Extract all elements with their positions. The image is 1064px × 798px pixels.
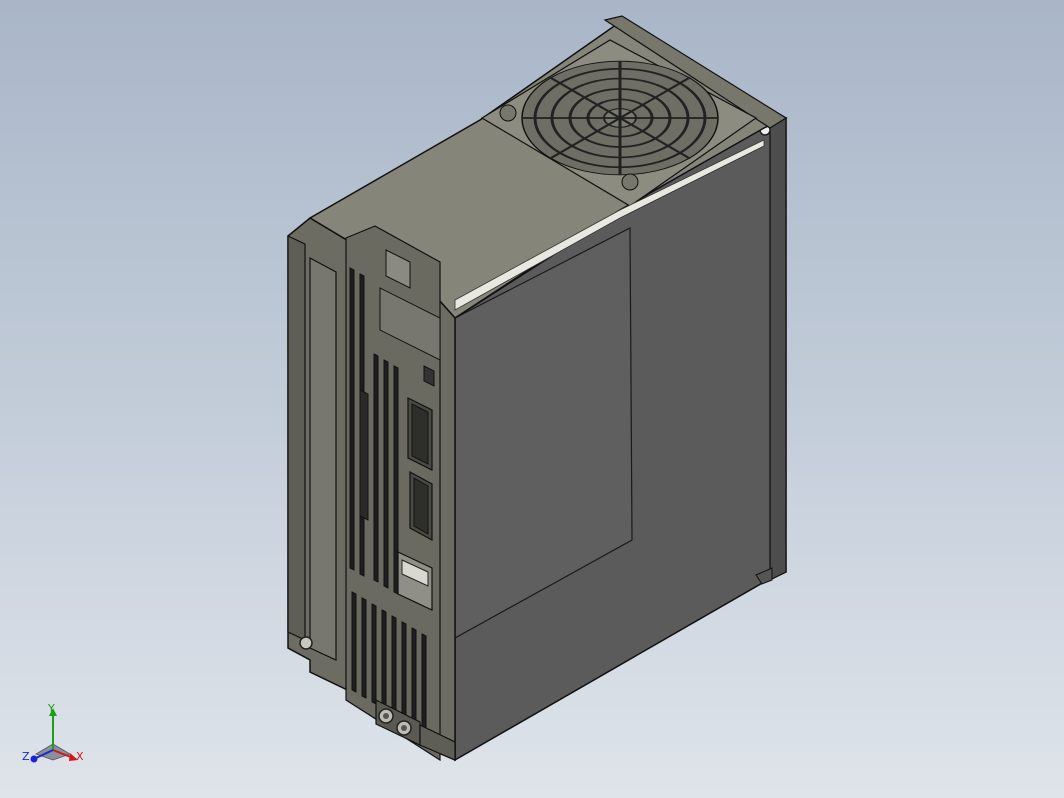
connector-port-cn2[interactable] bbox=[409, 470, 433, 542]
left-front-rail-inner bbox=[309, 256, 337, 661]
connector-port-cn1[interactable] bbox=[407, 397, 433, 471]
cad-viewport[interactable]: Y X Z bbox=[0, 0, 1064, 798]
z-axis-label: Z bbox=[22, 750, 30, 763]
ground-screw bbox=[299, 636, 313, 650]
fan-mount-hole bbox=[621, 173, 639, 191]
y-axis-label: Y bbox=[47, 702, 55, 715]
cooling-fan-grille bbox=[521, 60, 719, 176]
orientation-triad: Y X Z bbox=[22, 702, 84, 763]
servo-drive-model[interactable] bbox=[0, 0, 1064, 798]
z-axis-arrow bbox=[30, 755, 38, 763]
fan-mount-hole bbox=[499, 104, 517, 122]
side-tab-slot bbox=[359, 389, 369, 521]
x-axis-label: X bbox=[76, 750, 84, 763]
left-front-rail bbox=[287, 235, 306, 641]
